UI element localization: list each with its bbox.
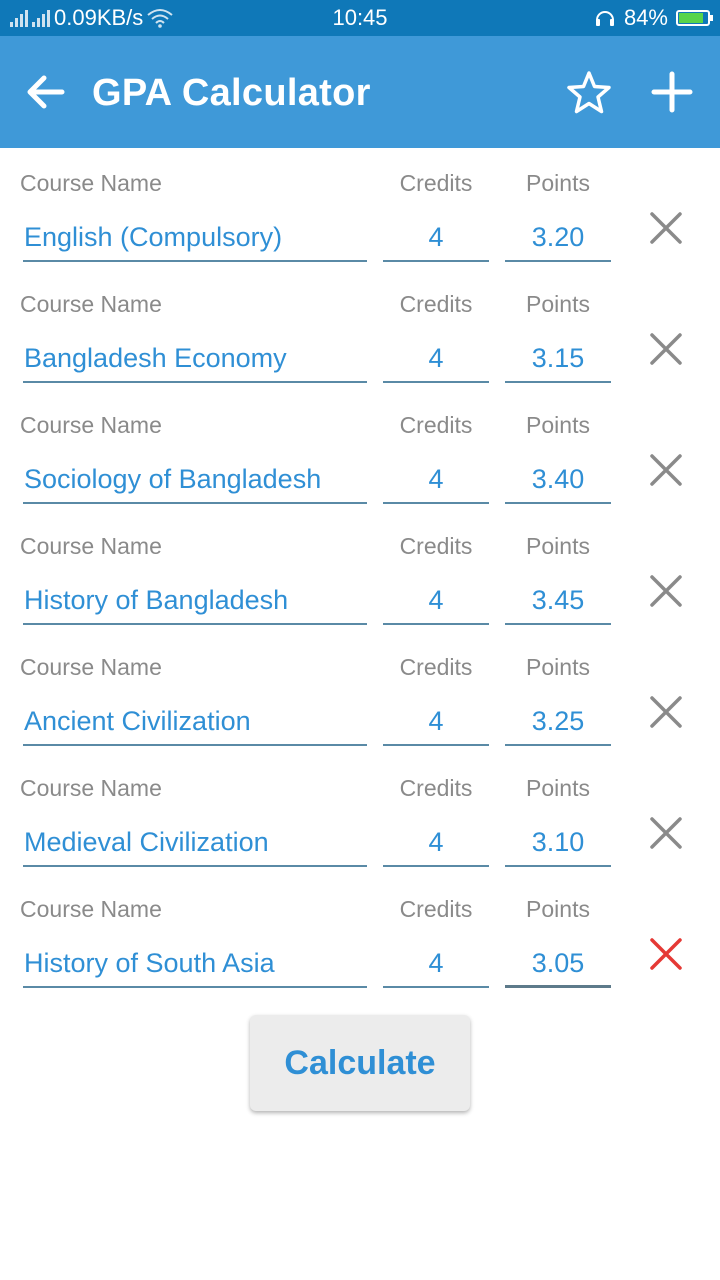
credits-field[interactable]: 4 (383, 575, 489, 625)
course-name-label: Course Name (20, 654, 162, 680)
course-row: Course Name Credits Points Bangladesh Econo… (0, 269, 720, 390)
page-title: GPA Calculator (92, 72, 371, 114)
credits-label: Credits (399, 291, 473, 317)
close-icon[interactable] (646, 329, 686, 369)
points-field[interactable]: 3.45 (505, 575, 611, 625)
course-row: Course Name Credits Points Ancient Civiliza… (0, 632, 720, 753)
calculate-button[interactable]: Calculate (250, 1015, 470, 1111)
course-row: Course Name Credits Points Sociology of Ban… (0, 390, 720, 511)
close-icon[interactable] (646, 813, 686, 853)
course-name-field[interactable]: Sociology of Bangladesh (23, 454, 367, 504)
credits-field[interactable]: 4 (383, 696, 489, 746)
points-label: Points (526, 170, 590, 196)
plus-icon[interactable] (650, 70, 694, 114)
close-icon[interactable] (646, 450, 686, 490)
close-icon[interactable] (646, 934, 686, 974)
credits-label: Credits (399, 533, 473, 559)
battery-percent: 84% (623, 5, 668, 30)
credits-field[interactable]: 4 (383, 817, 489, 867)
points-label: Points (526, 291, 590, 317)
course-name-label: Course Name (20, 896, 162, 922)
points-field[interactable]: 3.20 (505, 212, 611, 262)
course-row: Course Name Credits Points English (Compuls… (0, 148, 720, 269)
points-label: Points (526, 533, 590, 559)
credits-label: Credits (399, 654, 473, 680)
credits-label: Credits (399, 412, 473, 438)
status-right: 84% (594, 5, 713, 31)
credits-label: Credits (399, 170, 473, 196)
close-icon[interactable] (646, 692, 686, 732)
close-icon[interactable] (646, 208, 686, 248)
points-label: Points (526, 654, 590, 680)
star-outline-icon[interactable] (564, 68, 614, 118)
status-bar: 0.09KB/s 10:45 84% (0, 0, 720, 36)
credits-label: Credits (399, 896, 473, 922)
credits-label: Credits (399, 775, 473, 801)
course-name-label: Course Name (20, 533, 162, 559)
points-label: Points (526, 896, 590, 922)
course-name-label: Course Name (20, 291, 162, 317)
course-name-label: Course Name (20, 775, 162, 801)
points-label: Points (526, 412, 590, 438)
course-name-field[interactable]: English (Compulsory) (23, 212, 367, 262)
headset-icon (595, 11, 614, 26)
course-name-label: Course Name (20, 412, 162, 438)
course-name-field[interactable]: History of Bangladesh (23, 575, 367, 625)
credits-field[interactable]: 4 (383, 938, 489, 988)
course-name-field[interactable]: Medieval Civilization (23, 817, 367, 867)
course-name-label: Course Name (20, 170, 162, 196)
points-field[interactable]: 3.05 (505, 938, 611, 988)
battery-level (679, 13, 703, 23)
course-list: Course Name Credits Points English (Compuls… (0, 148, 720, 995)
credits-field[interactable]: 4 (383, 454, 489, 504)
close-icon[interactable] (646, 571, 686, 611)
points-field[interactable]: 3.15 (505, 333, 611, 383)
points-label: Points (526, 775, 590, 801)
points-field[interactable]: 3.40 (505, 454, 611, 504)
course-name-field[interactable]: Ancient Civilization (23, 696, 367, 746)
points-field[interactable]: 3.25 (505, 696, 611, 746)
course-row: Course Name Credits Points History of South… (0, 874, 720, 995)
credits-field[interactable]: 4 (383, 212, 489, 262)
course-row: Course Name Credits Points Medieval Civiliz… (0, 753, 720, 874)
course-name-field[interactable]: History of South Asia (23, 938, 367, 988)
course-row: Course Name Credits Points History of Bangl… (0, 511, 720, 632)
course-name-field[interactable]: Bangladesh Economy (23, 333, 367, 383)
arrow-left-icon[interactable] (22, 68, 70, 116)
points-field[interactable]: 3.10 (505, 817, 611, 867)
app-bar: GPA Calculator (0, 36, 720, 148)
credits-field[interactable]: 4 (383, 333, 489, 383)
battery-icon (676, 10, 713, 26)
